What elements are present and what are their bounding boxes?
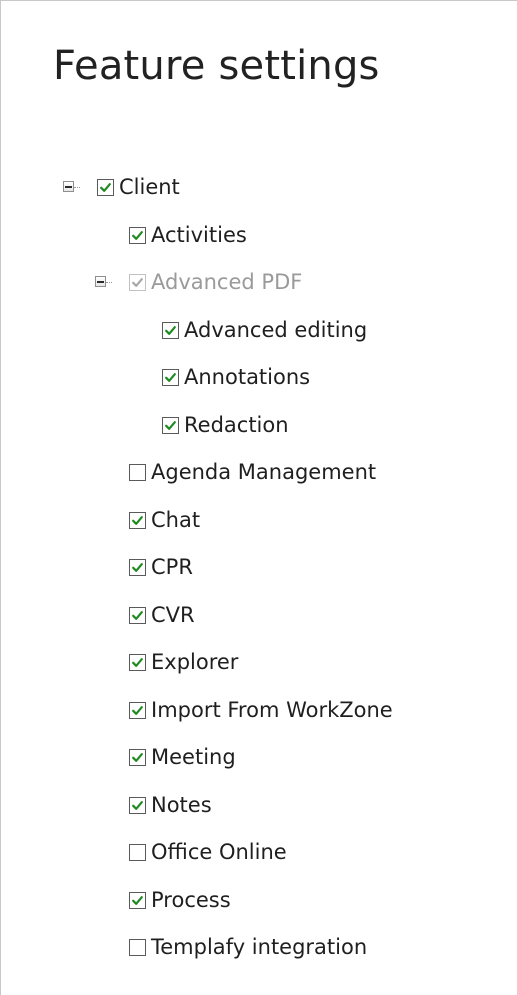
tree-item-explorer[interactable]: Explorer: [129, 648, 238, 676]
checkmark-icon: [132, 277, 143, 287]
tree-item-cpr[interactable]: CPR: [129, 553, 193, 581]
tree-item-label: Client: [119, 175, 180, 199]
tree-item-label: Explorer: [151, 650, 239, 674]
tree-item-label: Process: [151, 888, 231, 912]
checkbox-redaction[interactable]: [162, 416, 179, 434]
checkmark-icon: [132, 895, 143, 905]
feature-settings-panel: Feature settings Client Activities Advance…: [0, 0, 517, 995]
tree-item-label: Activities: [151, 223, 247, 247]
tree-connector: [106, 282, 112, 283]
checkmark-icon: [132, 230, 143, 240]
checkmark-icon: [132, 657, 143, 667]
tree-item-advanced-pdf[interactable]: Advanced PDF: [95, 268, 303, 296]
tree-item-agenda-management[interactable]: Agenda Management: [129, 458, 376, 486]
checkmark-icon: [132, 515, 143, 525]
checkbox-cvr[interactable]: [129, 606, 146, 624]
tree-item-label: Agenda Management: [151, 460, 377, 484]
checkbox-chat[interactable]: [129, 511, 146, 529]
tree-connector: [74, 187, 80, 188]
checkmark-icon: [132, 800, 143, 810]
tree-item-label: Templafy integration: [151, 935, 368, 959]
tree-item-label: Advanced PDF: [151, 270, 303, 294]
tree-item-chat[interactable]: Chat: [129, 506, 200, 534]
tree-item-label: Office Online: [151, 840, 287, 864]
tree-item-client[interactable]: Client: [63, 173, 180, 201]
checkbox-annotations[interactable]: [162, 368, 179, 386]
checkbox-office-online[interactable]: [129, 843, 146, 861]
tree-item-meeting[interactable]: Meeting: [129, 743, 236, 771]
tree-item-process[interactable]: Process: [129, 886, 231, 914]
checkmark-icon: [132, 610, 143, 620]
tree-item-label: Import From WorkZone: [151, 698, 393, 722]
checkmark-icon: [132, 752, 143, 762]
checkmark-icon: [132, 562, 143, 572]
checkbox-notes[interactable]: [129, 796, 146, 814]
checkmark-icon: [165, 372, 176, 382]
tree-item-templafy-integration[interactable]: Templafy integration: [129, 933, 367, 961]
checkbox-import-from-workzone[interactable]: [129, 701, 146, 719]
checkbox-templafy-integration[interactable]: [129, 938, 146, 956]
tree-item-label: CVR: [151, 603, 195, 627]
tree-item-label: Meeting: [151, 745, 236, 769]
collapse-icon[interactable]: [95, 276, 106, 287]
tree-item-advanced-editing[interactable]: Advanced editing: [162, 316, 367, 344]
checkmark-icon: [132, 705, 143, 715]
tree-item-label: Notes: [151, 793, 212, 817]
checkbox-process[interactable]: [129, 891, 146, 909]
checkmark-icon: [165, 420, 176, 430]
checkbox-agenda-management[interactable]: [129, 463, 146, 481]
checkbox-cpr[interactable]: [129, 558, 146, 576]
checkbox-client[interactable]: [97, 178, 114, 196]
tree-item-redaction[interactable]: Redaction: [162, 411, 289, 439]
tree-item-label: Chat: [151, 508, 201, 532]
checkmark-icon: [100, 182, 111, 192]
checkbox-meeting[interactable]: [129, 748, 146, 766]
tree-item-import-from-workzone[interactable]: Import From WorkZone: [129, 696, 393, 724]
tree-item-notes[interactable]: Notes: [129, 791, 212, 819]
tree-item-label: CPR: [151, 555, 193, 579]
checkbox-advanced-editing[interactable]: [162, 321, 179, 339]
tree-item-activities[interactable]: Activities: [129, 221, 247, 249]
tree-item-annotations[interactable]: Annotations: [162, 363, 310, 391]
tree-item-office-online[interactable]: Office Online: [129, 838, 287, 866]
tree-item-cvr[interactable]: CVR: [129, 601, 195, 629]
checkbox-explorer[interactable]: [129, 653, 146, 671]
tree-item-label: Annotations: [184, 365, 311, 389]
checkbox-advanced-pdf: [129, 273, 146, 291]
tree-item-label: Redaction: [184, 413, 289, 437]
tree-item-label: Advanced editing: [184, 318, 368, 342]
page-title: Feature settings: [53, 43, 380, 89]
checkbox-activities[interactable]: [129, 226, 146, 244]
checkmark-icon: [165, 325, 176, 335]
collapse-icon[interactable]: [63, 181, 74, 192]
